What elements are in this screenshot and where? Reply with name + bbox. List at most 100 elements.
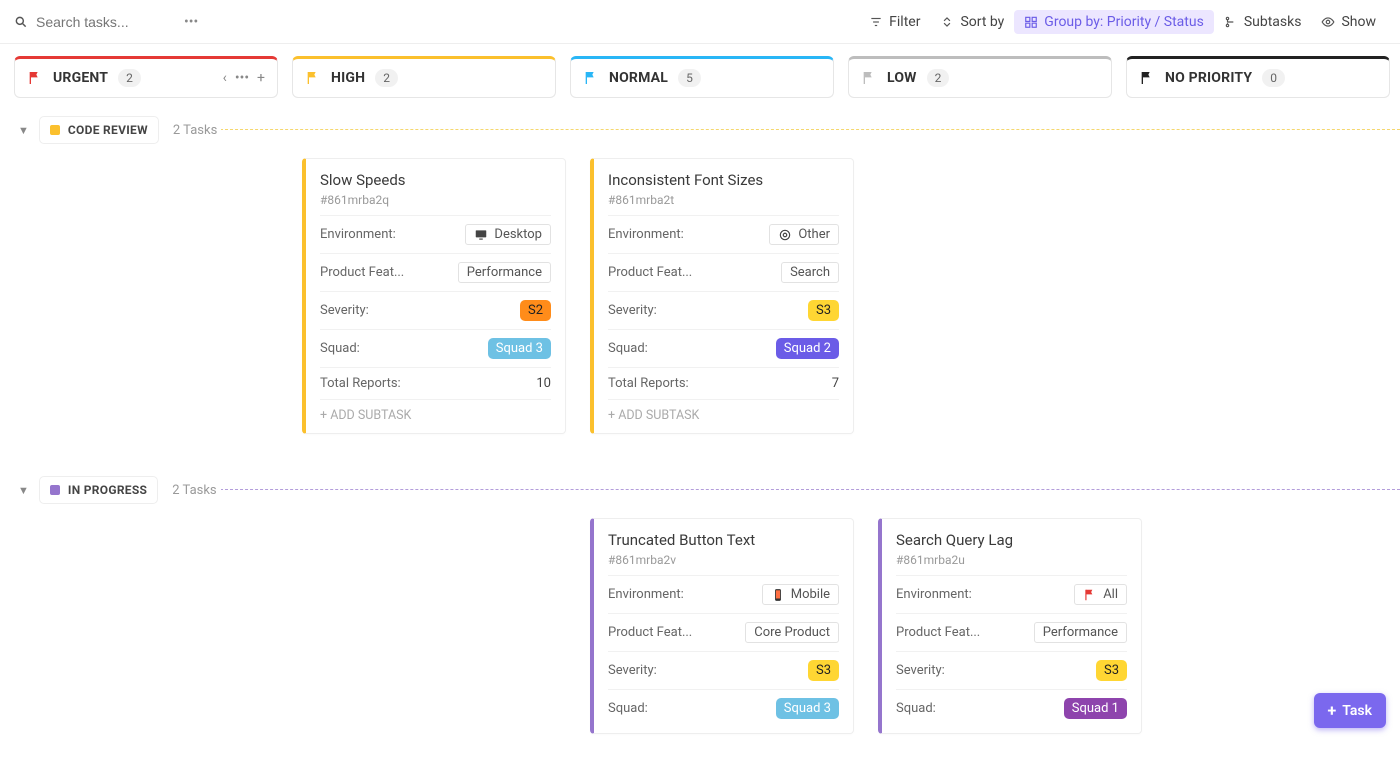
column-header-high[interactable]: HIGH 2 <box>292 56 556 98</box>
other-icon <box>778 228 792 242</box>
column-header-urgent[interactable]: URGENT 2 ‹ ••• + <box>14 56 278 98</box>
card-id: #861mrba2v <box>608 553 839 567</box>
product-feature-value[interactable]: Search <box>781 262 839 283</box>
search-input[interactable] <box>36 14 176 30</box>
flag-icon <box>305 70 321 86</box>
flag-icon <box>1139 70 1155 86</box>
field-label-environment: Environment: <box>608 227 769 242</box>
column-add-icon[interactable]: + <box>257 70 265 86</box>
environment-value[interactable]: Desktop <box>465 224 551 245</box>
lane-status-dot <box>50 125 60 135</box>
lane-status-dot <box>50 485 60 495</box>
field-label-severity: Severity: <box>320 303 520 318</box>
column-header-low[interactable]: LOW 2 <box>848 56 1112 98</box>
lane-count: 2 Tasks <box>169 123 221 138</box>
lane-label-box[interactable]: CODE REVIEW <box>39 116 159 144</box>
column-more-icon[interactable]: ••• <box>235 70 249 86</box>
column-header-normal[interactable]: NORMAL 5 <box>570 56 834 98</box>
card-id: #861mrba2q <box>320 193 551 207</box>
field-label-squad: Squad: <box>320 341 488 356</box>
groupby-label: Group by: Priority / Status <box>1044 14 1204 30</box>
column-slot-low <box>878 158 1142 434</box>
flag-icon <box>583 70 599 86</box>
lane-cards-row: Slow Speeds #861mrba2q Environment:Deskt… <box>0 154 1400 464</box>
card-id: #861mrba2t <box>608 193 839 207</box>
show-button[interactable]: Show <box>1311 10 1386 34</box>
card-title: Inconsistent Font Sizes <box>608 171 839 189</box>
task-card[interactable]: Search Query Lag #861mrba2u Environment:… <box>878 518 1142 734</box>
lane-divider <box>220 489 1400 490</box>
severity-badge[interactable]: S3 <box>1096 660 1127 681</box>
squad-badge[interactable]: Squad 2 <box>776 338 839 359</box>
column-header-none[interactable]: NO PRIORITY 0 <box>1126 56 1390 98</box>
add-subtask-button[interactable]: + ADD SUBTASK <box>320 399 551 427</box>
new-task-fab[interactable]: + Task <box>1314 693 1386 728</box>
flag-icon <box>27 70 43 86</box>
column-slot-normal: Inconsistent Font Sizes #861mrba2t Envir… <box>590 158 854 434</box>
fab-label: Task <box>1342 703 1372 719</box>
lane-header-code_review: ▼ CODE REVIEW 2 Tasks <box>0 104 1400 154</box>
chevron-left-icon[interactable]: ‹ <box>223 70 227 86</box>
field-label-squad: Squad: <box>896 701 1064 716</box>
sortby-button[interactable]: Sort by <box>930 10 1014 34</box>
add-subtask-button[interactable]: + ADD SUBTASK <box>608 399 839 427</box>
flag-icon <box>1083 588 1097 602</box>
sortby-label: Sort by <box>960 14 1004 30</box>
lane-label-box[interactable]: IN PROGRESS <box>39 476 158 504</box>
lane-count: 2 Tasks <box>168 483 220 498</box>
subtasks-label: Subtasks <box>1244 14 1302 30</box>
severity-badge[interactable]: S3 <box>808 300 839 321</box>
environment-value[interactable]: Mobile <box>762 584 839 605</box>
field-label-total-reports: Total Reports: <box>320 376 536 391</box>
lane-divider <box>220 129 1400 130</box>
product-feature-value[interactable]: Performance <box>458 262 551 283</box>
card-title: Slow Speeds <box>320 171 551 189</box>
lane-title: CODE REVIEW <box>68 123 148 137</box>
card-title: Truncated Button Text <box>608 531 839 549</box>
show-icon <box>1321 15 1335 29</box>
field-label-product-feature: Product Feat... <box>608 625 745 640</box>
column-slot-high: Slow Speeds #861mrba2q Environment:Deskt… <box>302 158 566 434</box>
squad-badge[interactable]: Squad 3 <box>776 698 839 719</box>
field-label-product-feature: Product Feat... <box>608 265 781 280</box>
subtasks-button[interactable]: Subtasks <box>1214 10 1312 34</box>
field-label-severity: Severity: <box>608 303 808 318</box>
filter-button[interactable]: Filter <box>859 10 930 34</box>
product-feature-value[interactable]: Core Product <box>745 622 839 643</box>
column-slot-low: Search Query Lag #861mrba2u Environment:… <box>878 518 1142 734</box>
field-label-product-feature: Product Feat... <box>896 625 1034 640</box>
card-id: #861mrba2u <box>896 553 1127 567</box>
column-slot-normal: Truncated Button Text #861mrba2v Environ… <box>590 518 854 734</box>
search-wrap <box>14 14 176 30</box>
groupby-button[interactable]: Group by: Priority / Status <box>1014 10 1214 34</box>
severity-badge[interactable]: S2 <box>520 300 551 321</box>
task-card[interactable]: Inconsistent Font Sizes #861mrba2t Envir… <box>590 158 854 434</box>
severity-badge[interactable]: S3 <box>808 660 839 681</box>
toolbar: ••• Filter Sort by Group by: Priority / … <box>0 0 1400 44</box>
lane-collapse-caret[interactable]: ▼ <box>18 124 29 137</box>
product-feature-value[interactable]: Performance <box>1034 622 1127 643</box>
task-card[interactable]: Slow Speeds #861mrba2q Environment:Deskt… <box>302 158 566 434</box>
toolbar-more-icon[interactable]: ••• <box>176 10 206 34</box>
field-label-environment: Environment: <box>320 227 465 242</box>
column-title: NORMAL <box>609 70 668 86</box>
lane-collapse-caret[interactable]: ▼ <box>18 484 29 497</box>
column-count: 0 <box>1262 69 1285 87</box>
task-card[interactable]: Truncated Button Text #861mrba2v Environ… <box>590 518 854 734</box>
field-label-environment: Environment: <box>608 587 762 602</box>
environment-value[interactable]: All <box>1074 584 1127 605</box>
filter-label: Filter <box>889 14 920 30</box>
mobile-icon <box>771 588 785 602</box>
column-slot-urgent <box>14 158 278 434</box>
squad-badge[interactable]: Squad 1 <box>1064 698 1127 719</box>
show-label: Show <box>1341 14 1376 30</box>
environment-value[interactable]: Other <box>769 224 839 245</box>
column-slot-urgent <box>14 518 278 734</box>
squad-badge[interactable]: Squad 3 <box>488 338 551 359</box>
column-count: 5 <box>678 69 701 87</box>
field-label-squad: Squad: <box>608 701 776 716</box>
field-label-squad: Squad: <box>608 341 776 356</box>
group-icon <box>1024 15 1038 29</box>
field-label-environment: Environment: <box>896 587 1074 602</box>
field-label-severity: Severity: <box>608 663 808 678</box>
